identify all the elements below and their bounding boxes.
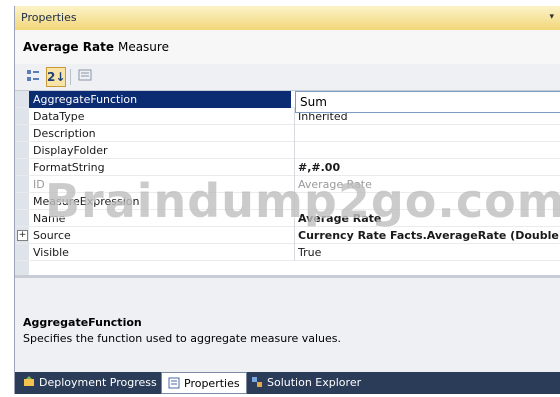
property-row-visible[interactable]: Visible True xyxy=(15,244,560,261)
property-row-id[interactable]: ID Average Rate xyxy=(15,176,560,193)
tool-window-tabs: Deployment Progress Properties Solution … xyxy=(15,372,560,394)
object-type: Measure xyxy=(117,40,169,54)
object-name: Average Rate Measure xyxy=(23,40,169,54)
property-row-displayfolder[interactable]: DisplayFolder xyxy=(15,142,560,159)
object-selector[interactable]: Average Rate Measure xyxy=(15,30,560,65)
properties-icon xyxy=(168,375,180,389)
property-row-source[interactable]: + Source Currency Rate Facts.AverageRate… xyxy=(15,227,560,244)
property-name: DataType xyxy=(33,110,85,123)
property-name: AggregateFunction xyxy=(29,91,291,108)
property-row-measureexpression[interactable]: MeasureExpression xyxy=(15,193,560,210)
property-row-description[interactable]: Description xyxy=(15,125,560,142)
property-value: Average Rate xyxy=(298,178,372,191)
tab-deployment-progress[interactable]: Deployment Progress xyxy=(23,372,157,394)
property-grid: AggregateFunction DataType Inherited Des… xyxy=(15,91,560,275)
tab-properties[interactable]: Properties xyxy=(161,372,247,394)
property-name: DisplayFolder xyxy=(33,144,108,157)
property-name: ID xyxy=(33,178,45,191)
title-bar: Properties ▾ xyxy=(15,6,560,31)
property-value: Currency Rate Facts.AverageRate (Double) xyxy=(298,229,560,242)
property-name: Description xyxy=(33,127,96,140)
alphabetical-sort-icon[interactable]: 2↓ xyxy=(46,67,66,87)
property-pages-icon[interactable] xyxy=(75,67,95,87)
aggregatefunction-value-input[interactable]: Sum xyxy=(295,91,560,113)
property-value: True xyxy=(298,246,322,259)
tab-solution-explorer[interactable]: Solution Explorer xyxy=(251,372,361,394)
deployment-icon xyxy=(23,374,35,386)
description-text: Specifies the function used to aggregate… xyxy=(23,332,342,345)
property-name: FormatString xyxy=(33,161,105,174)
property-name: Visible xyxy=(33,246,69,259)
panel-title: Properties xyxy=(21,11,77,24)
properties-window: Properties ▾ Average Rate Measure 2↓ Aggr… xyxy=(14,6,560,394)
toolbar-separator xyxy=(70,69,71,85)
solution-explorer-icon xyxy=(251,374,263,387)
property-row-formatstring[interactable]: FormatString #,#.00 xyxy=(15,159,560,176)
property-value: #,#.00 xyxy=(298,161,341,174)
properties-toolbar: 2↓ xyxy=(15,64,560,91)
property-row-name[interactable]: Name Average Rate xyxy=(15,210,560,227)
expand-icon[interactable]: + xyxy=(17,230,28,241)
description-pane: AggregateFunction Specifies the function… xyxy=(15,275,560,378)
property-name: Name xyxy=(33,212,66,225)
description-title: AggregateFunction xyxy=(23,316,142,329)
property-name: Source xyxy=(33,229,71,242)
property-value: Average Rate xyxy=(298,212,382,225)
property-name: MeasureExpression xyxy=(33,195,140,208)
dropdown-arrow-icon[interactable]: ▾ xyxy=(549,12,554,22)
categorized-icon[interactable] xyxy=(23,67,43,87)
